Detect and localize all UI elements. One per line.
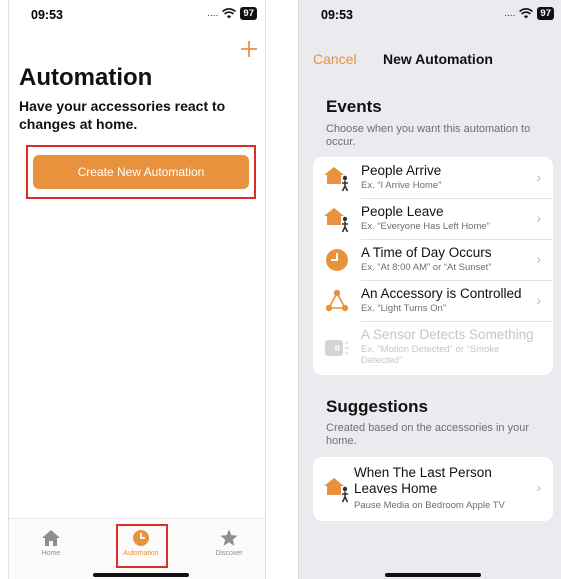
event-title: A Sensor Detects Something [361, 327, 534, 342]
person-leave-icon [324, 478, 349, 503]
nav-bar: Cancel New Automation [299, 40, 561, 78]
status-time: 09:53 [31, 8, 63, 22]
status-icons: .... 97 [207, 7, 257, 20]
event-example: Ex. “Light Turns On” [361, 303, 447, 314]
nav-title: New Automation [383, 51, 493, 67]
cancel-button[interactable]: Cancel [313, 51, 357, 67]
sensor-icon [325, 340, 349, 356]
event-accessory-controlled[interactable]: An Accessory is Controlled Ex. “Light Tu… [313, 280, 553, 321]
chevron-right-icon: › [536, 210, 541, 226]
automation-screen: 09:53 .... 97 Automation Have your acces… [8, 0, 266, 579]
accessory-icon [325, 289, 349, 312]
status-bar: 09:53 .... 97 [9, 0, 265, 28]
event-people-leave[interactable]: People Leave Ex. “Everyone Has Left Home… [313, 198, 553, 239]
wifi-icon [519, 8, 534, 19]
add-automation-button[interactable] [239, 36, 259, 64]
event-example: Ex. “Motion Detected” or “Smoke Detected… [361, 344, 500, 366]
suggestions-title: Suggestions [326, 397, 429, 416]
signal-indicator: .... [504, 8, 516, 19]
event-people-arrive[interactable]: People Arrive Ex. “I Arrive Home” › [313, 157, 553, 198]
star-icon [220, 529, 238, 546]
event-title: People Leave [361, 204, 444, 219]
event-title: A Time of Day Occurs [361, 245, 492, 260]
event-title: An Accessory is Controlled [361, 286, 522, 301]
chevron-right-icon: › [536, 479, 541, 495]
tab-home[interactable]: Home [21, 529, 81, 557]
chevron-right-icon: › [536, 169, 541, 185]
battery-indicator: 97 [537, 7, 554, 20]
page-subtitle: Have your accessories react to changes a… [19, 98, 226, 132]
signal-indicator: .... [207, 8, 219, 19]
house-icon [42, 530, 60, 546]
chevron-right-icon: › [536, 292, 541, 308]
event-example: Ex. “At 8:00 AM” or “At Sunset” [361, 262, 492, 273]
tab-discover[interactable]: Discover [199, 529, 259, 557]
battery-indicator: 97 [240, 7, 257, 20]
create-new-automation-button[interactable]: Create New Automation [33, 155, 249, 189]
suggestion-subtitle: Pause Media on Bedroom Apple TV [354, 500, 505, 511]
events-list: People Arrive Ex. “I Arrive Home” › Peop… [313, 157, 553, 375]
events-description: Choose when you want this automation to … [326, 123, 531, 148]
suggestions-list: When The Last Person Leaves Home Pause M… [313, 457, 553, 521]
home-indicator [93, 573, 189, 577]
suggestion-last-person-leaves[interactable]: When The Last Person Leaves Home Pause M… [313, 457, 553, 521]
status-icons: .... 97 [504, 7, 554, 20]
home-indicator [385, 573, 481, 577]
event-title: People Arrive [361, 163, 442, 178]
person-arrive-icon [324, 167, 349, 192]
status-bar: 09:53 .... 97 [299, 0, 561, 28]
event-example: Ex. “I Arrive Home” [361, 180, 442, 191]
event-example: Ex. “Everyone Has Left Home” [361, 221, 490, 232]
suggestions-description: Created based on the accessories in your… [326, 422, 530, 447]
tab-home-label: Home [41, 550, 61, 557]
new-automation-screen: 09:53 .... 97 Cancel New Automation Even… [298, 0, 561, 579]
person-leave-icon [324, 208, 349, 233]
suggestion-title: When The Last Person Leaves Home [354, 465, 492, 496]
events-title: Events [326, 97, 382, 116]
event-time-of-day[interactable]: A Time of Day Occurs Ex. “At 8:00 AM” or… [313, 239, 553, 280]
plus-icon [241, 41, 257, 57]
tab-discover-label: Discover [215, 550, 243, 557]
clock-icon [326, 249, 348, 271]
status-time: 09:53 [321, 8, 353, 22]
chevron-right-icon: › [536, 251, 541, 267]
page-title: Automation [19, 64, 153, 91]
wifi-icon [222, 8, 237, 19]
event-sensor-detects: A Sensor Detects Something Ex. “Motion D… [313, 321, 553, 375]
highlight-frame-tab [116, 524, 168, 568]
